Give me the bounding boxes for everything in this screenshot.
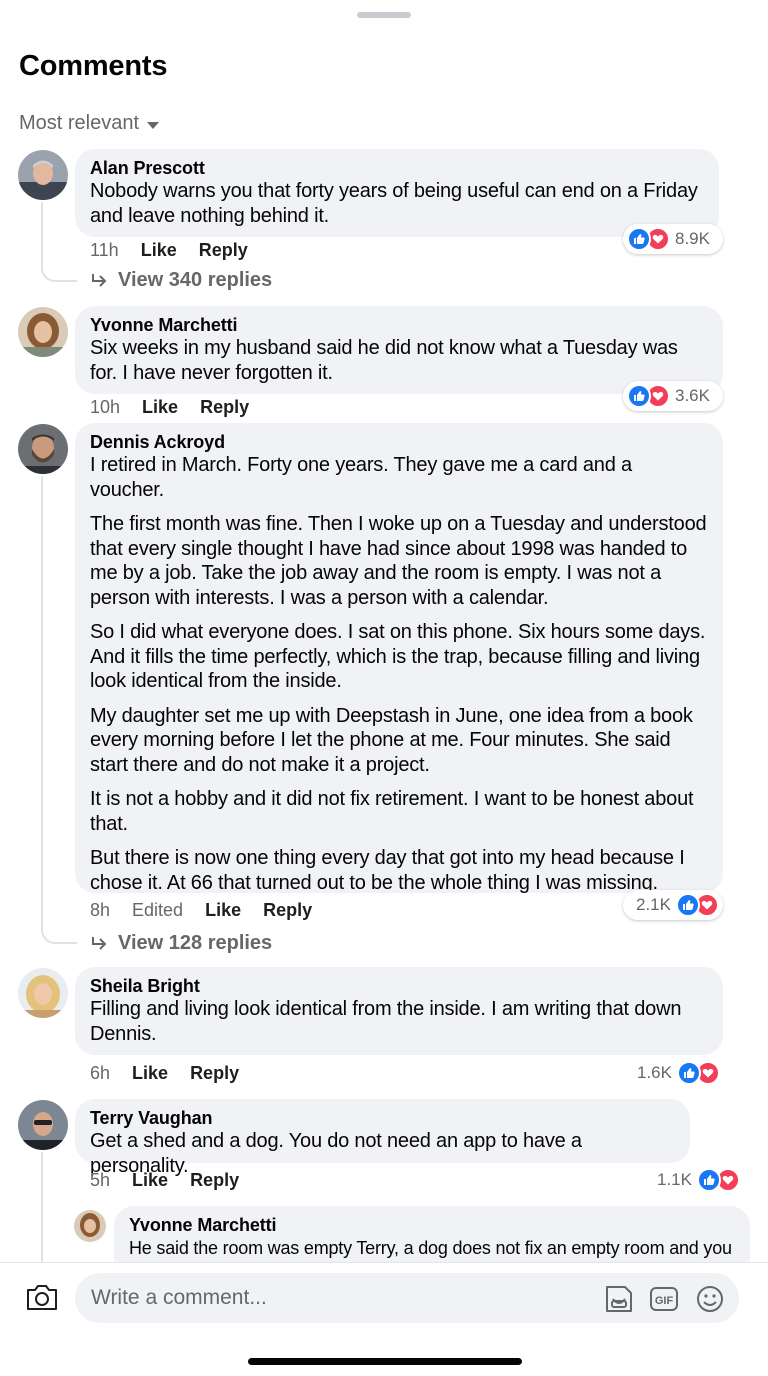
comment-author[interactable]: Alan Prescott [90,157,704,179]
reply-button[interactable]: Reply [199,240,248,261]
comment-actions: 5h Like Reply [90,1170,261,1191]
reply-button[interactable]: Reply [190,1170,239,1191]
comment-author[interactable]: Yvonne Marchetti [129,1214,735,1236]
comment-time: 10h [90,397,121,417]
gif-icon[interactable]: GIF [648,1283,680,1320]
sticker-icon[interactable] [603,1283,635,1320]
comment-text: He said the room was empty Terry, a dog … [129,1238,732,1258]
page-title: Comments [19,50,168,82]
comment-paragraph: My daughter set me up with Deepstash in … [90,704,693,776]
comment-text: Nobody warns you that forty years of bei… [90,180,698,227]
home-indicator[interactable] [248,1358,522,1365]
chevron-down-icon [147,121,160,129]
avatar[interactable] [18,150,68,200]
view-replies-link[interactable]: View 340 replies [90,269,272,292]
comment-input[interactable]: Write a comment... [75,1273,739,1323]
reaction-summary[interactable]: 3.6K [623,381,723,411]
reaction-count: 1.6K [637,1063,672,1082]
comment-bubble[interactable]: Yvonne Marchetti Six weeks in my husband… [75,306,723,394]
thread-line [41,476,77,944]
comment-input-placeholder: Write a comment... [91,1286,267,1309]
avatar[interactable] [18,1100,68,1150]
reply-button[interactable]: Reply [263,900,312,921]
comment-bubble[interactable]: Dennis Ackroyd I retired in March. Forty… [75,423,723,895]
reaction-count: 1.1K [657,1170,692,1189]
comment-paragraph: It is not a hobby and it did not fix ret… [90,788,694,835]
svg-text:GIF: GIF [655,1295,674,1307]
like-reaction-icon [627,227,651,251]
reaction-count: 2.1K [636,895,671,914]
comment-bubble[interactable]: Alan Prescott Nobody warns you that fort… [75,149,719,237]
view-replies-label: View 128 replies [118,932,273,954]
comment-author[interactable]: Dennis Ackroyd [90,431,708,453]
comment-bubble[interactable]: Sheila Bright Filling and living look id… [75,967,723,1055]
like-reaction-icon [627,384,651,408]
comment-author[interactable]: Yvonne Marchetti [90,314,708,336]
like-button[interactable]: Like [132,1063,168,1084]
comment-author[interactable]: Sheila Bright [90,975,708,997]
comment-paragraph: I retired in March. Forty one years. The… [90,454,632,501]
comments-sheet: Comments Most relevant Alan Prescott Nob… [0,0,768,1376]
avatar[interactable] [18,968,68,1018]
comment-text: I retired in March. Forty one years. The… [90,453,708,895]
reaction-count: 8.9K [675,229,710,248]
comment-paragraph: The first month was fine. Then I woke up… [90,513,707,609]
comment-actions: 6h Like Reply [90,1063,261,1084]
reply-button[interactable]: Reply [200,397,249,418]
avatar[interactable] [74,1210,106,1242]
avatar[interactable] [18,424,68,474]
reply-arrow-icon [92,273,107,287]
comment-text: Six weeks in my husband said he did not … [90,337,678,384]
comment-time: 6h [90,1063,111,1083]
sheet-grabber[interactable] [357,12,411,18]
thread-line [41,1152,43,1262]
avatar[interactable] [18,307,68,357]
comment-text: Filling and living look identical from t… [90,998,682,1045]
edited-label: Edited [132,900,184,920]
like-button[interactable]: Like [142,397,178,418]
comment-time: 11h [90,240,119,260]
comment-actions: 8h Edited Like Reply [90,900,334,921]
view-replies-label: View 340 replies [118,269,273,291]
comment-actions: 10h Like Reply [90,397,271,418]
reply-arrow-icon [92,936,107,950]
reaction-summary[interactable]: 2.1K [623,890,723,920]
reaction-count: 3.6K [675,386,710,405]
comment-paragraph: So I did what everyone does. I sat on th… [90,621,706,692]
emoji-icon[interactable] [694,1283,726,1320]
view-replies-link[interactable]: View 128 replies [90,932,272,955]
comment-time: 5h [90,1170,111,1190]
like-button[interactable]: Like [205,900,241,921]
like-reaction-icon [696,1168,721,1192]
comment-time: 8h [90,900,111,920]
sort-label: Most relevant [19,112,140,134]
reaction-summary[interactable]: 8.9K [623,224,723,254]
reaction-summary[interactable]: 1.6K [632,1058,720,1088]
comment-author[interactable]: Terry Vaughan [90,1107,675,1129]
like-reaction-icon [675,893,700,917]
thread-line [41,202,77,282]
like-button[interactable]: Like [141,240,177,261]
comment-actions: 11h Like Reply [90,240,270,261]
like-reaction-icon [676,1061,701,1085]
reaction-summary[interactable]: 1.1K [652,1165,740,1195]
sort-dropdown[interactable]: Most relevant [19,112,160,135]
camera-icon[interactable] [25,1282,59,1317]
comment-paragraph: But there is now one thing every day tha… [90,847,685,894]
reply-button[interactable]: Reply [190,1063,239,1084]
like-button[interactable]: Like [132,1170,168,1191]
comment-bubble[interactable]: Terry Vaughan Get a shed and a dog. You … [75,1099,690,1177]
